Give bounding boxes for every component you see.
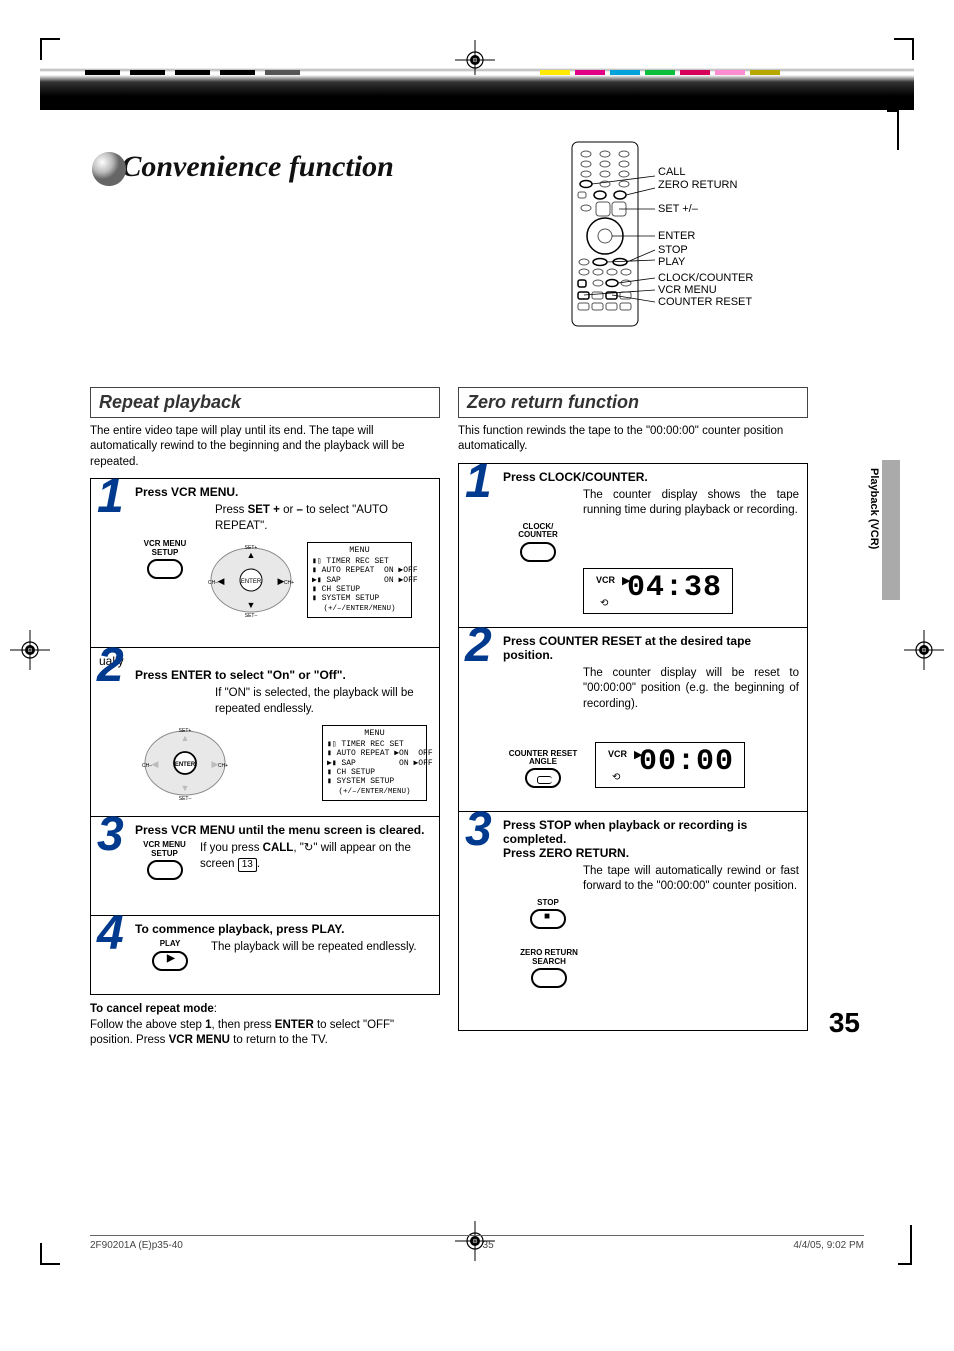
footer-timestamp: 4/4/05, 9:02 PM <box>793 1240 864 1251</box>
intro-text: The entire video tape will play until it… <box>90 424 440 471</box>
clock-counter-button-icon: CLOCK/ COUNTER <box>503 523 573 562</box>
remote-label: CALL <box>658 166 686 178</box>
crop-mark-icon <box>40 38 60 60</box>
right-column: Zero return function This function rewin… <box>458 387 808 1049</box>
crop-mark-icon <box>40 1243 60 1265</box>
svg-text:ENTER: ENTER <box>241 579 262 585</box>
step-instruction: The counter display will be reset to "00… <box>583 666 799 713</box>
step-3: 3 Press VCR MENU until the menu screen i… <box>90 816 440 916</box>
step-number-icon: 4 <box>97 910 124 958</box>
crop-mark-icon <box>887 110 899 150</box>
step-title: Press VCR MENU. <box>135 485 431 499</box>
svg-text:SET–: SET– <box>179 796 192 802</box>
step-1: 1 Press VCR MENU. Press SET + or – to se… <box>90 478 440 648</box>
crop-mark-icon <box>898 1225 912 1265</box>
remote-label: ZERO RETURN <box>658 179 738 191</box>
step-title: Press VCR MENU until the menu screen is … <box>135 823 431 837</box>
footer-page: 35 <box>483 1240 494 1251</box>
step-title: To commence playback, press PLAY. <box>135 922 431 936</box>
remote-label: ENTER <box>658 230 695 242</box>
registration-mark-left-icon <box>10 630 50 670</box>
remote-label: SET +/– <box>658 203 699 215</box>
svg-text:▼: ▼ <box>247 600 256 610</box>
step-2: 2 Press COUNTER RESET at the desired tap… <box>458 627 808 812</box>
page-title: Convenience function <box>121 150 394 183</box>
svg-text:SET+: SET+ <box>245 545 258 551</box>
step-instruction: Press SET + or – to select "AUTO REPEAT"… <box>215 503 431 534</box>
step-4: 4 To commence playback, press PLAY. PLAY… <box>90 915 440 995</box>
step-number-icon: 2 <box>465 622 492 670</box>
step-number-icon: 2 <box>97 642 124 690</box>
header-black-band <box>40 75 914 110</box>
crop-mark-icon <box>894 38 914 60</box>
lcd-display: VCR ▶ ⟲ 00:00 <box>595 742 745 788</box>
step-title: Press STOP when playback or recording is… <box>503 818 799 860</box>
remote-label: STOP <box>658 244 688 256</box>
section-heading-zero: Zero return function <box>458 387 808 418</box>
osd-menu: MENU ▮▯ TIMER REC SET ▮ AUTO REPEAT ON ▶… <box>307 542 412 617</box>
svg-text:▲: ▲ <box>181 733 190 743</box>
step-3: 3 Press STOP when playback or recording … <box>458 811 808 1031</box>
sphere-bullet-icon <box>90 150 128 188</box>
step-title: Press CLOCK/COUNTER. <box>503 470 799 484</box>
loop-icon: ⟲ <box>600 598 608 609</box>
svg-text:▲: ▲ <box>247 550 256 560</box>
dpad-icon: ENTER ▲ ▼ ◀ ▶ CH– CH+ SET+ SET– <box>201 540 301 623</box>
step-title: Press COUNTER RESET at the desired tape … <box>503 634 799 662</box>
lcd-digits: 00:00 <box>639 745 734 779</box>
svg-text:◀: ◀ <box>218 576 225 586</box>
loop-icon: ⟲ <box>612 772 620 783</box>
remote-label: COUNTER RESET <box>658 296 752 308</box>
svg-text:CH–: CH– <box>142 763 152 769</box>
step-instruction: The counter display shows the tape runni… <box>583 488 799 519</box>
svg-text:▼: ▼ <box>181 783 190 793</box>
step-instruction: If "ON" is selected, the playback will b… <box>215 686 431 717</box>
dpad-enter-icon: ENTER ▲ ▼ ◀ ▶ CH– CH+ SET+ SET– <box>135 723 250 806</box>
step-number-icon: 1 <box>465 458 492 506</box>
registration-mark-right-icon <box>904 630 944 670</box>
stop-button-icon: STOP <box>513 899 583 929</box>
vcr-menu-button-icon: VCR MENU SETUP <box>135 540 195 579</box>
thumb-tab-label: Playback (VCR) <box>868 468 880 549</box>
page-number: 35 <box>829 1007 860 1039</box>
remote-label: PLAY <box>658 256 686 268</box>
cancel-note: To cancel repeat mode: Follow the above … <box>90 1002 430 1049</box>
left-column: Repeat playback The entire video tape wi… <box>90 387 440 1049</box>
step-number-icon: 1 <box>97 473 124 521</box>
svg-text:CH–: CH– <box>208 580 218 586</box>
step-instruction: The playback will be repeated endlessly. <box>211 940 417 956</box>
section-heading-repeat: Repeat playback <box>90 387 440 418</box>
svg-text:◀: ◀ <box>152 759 159 769</box>
svg-text:SET+: SET+ <box>179 728 192 734</box>
step-number-icon: 3 <box>465 806 492 854</box>
remote-label: VCR MENU <box>658 284 717 296</box>
svg-text:SET–: SET– <box>245 613 258 619</box>
svg-text:ENTER: ENTER <box>175 762 196 768</box>
osd-menu: MENU ▮▯ TIMER REC SET ▮ AUTO REPEAT ▶ON … <box>322 725 427 800</box>
intro-text: This function rewinds the tape to the "0… <box>458 424 808 455</box>
thumb-tab <box>882 460 900 600</box>
step-2: ually 2 Press ENTER to select "On" or "O… <box>90 647 440 817</box>
step-title: Press ENTER to select "On" or "Off". <box>135 668 431 682</box>
print-footer: 2F90201A (E)p35-40 35 4/4/05, 9:02 PM <box>90 1235 864 1251</box>
svg-text:CH+: CH+ <box>284 580 294 586</box>
zero-return-button-icon: ZERO RETURN SEARCH <box>509 949 589 988</box>
remote-label: CLOCK/COUNTER <box>658 272 753 284</box>
lcd-digits: 04:38 <box>627 571 722 605</box>
footer-filename: 2F90201A (E)p35-40 <box>90 1240 183 1251</box>
step-instruction: The tape will automatically rewind or fa… <box>583 864 799 895</box>
counter-reset-button-icon: COUNTER RESET ANGLE <box>503 750 583 789</box>
lcd-display: VCR ▶ ⟲ 04:38 <box>583 568 733 614</box>
vcr-menu-button-icon: VCR MENU SETUP <box>135 841 194 880</box>
step-instruction: If you press CALL, "↻" will appear on th… <box>200 841 431 872</box>
svg-text:CH+: CH+ <box>218 763 228 769</box>
registration-mark-icon <box>455 40 495 80</box>
step-1: 1 Press CLOCK/COUNTER. The counter displ… <box>458 463 808 628</box>
remote-control-diagram: CALL ZERO RETURN SET +/– ENTER STOP PLAY… <box>570 140 850 333</box>
play-button-icon: PLAY <box>135 940 205 970</box>
step-number-icon: 3 <box>97 811 124 859</box>
